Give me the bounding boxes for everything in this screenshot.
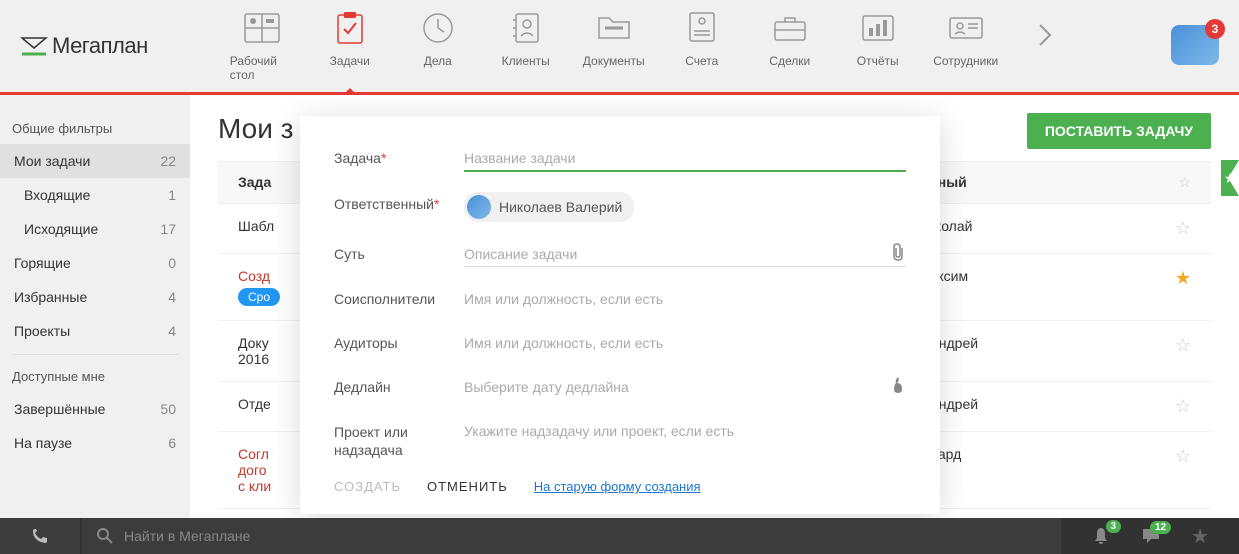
- footer-search: [82, 518, 1061, 554]
- sidebar-item-completed[interactable]: Завершённые50: [0, 392, 190, 426]
- sidebar-item-incoming[interactable]: Входящие1: [0, 178, 190, 212]
- sidebar-item-favorites[interactable]: Избранные4: [0, 280, 190, 314]
- tasks-icon: [330, 10, 370, 46]
- label-coexec: Соисполнители: [334, 287, 464, 307]
- label-responsible: Ответственный*: [334, 192, 464, 212]
- urgent-badge: Сро: [238, 288, 280, 306]
- header: Мегаплан Рабочий стол Задачи Дела Клиент…: [0, 0, 1239, 95]
- deadline-input[interactable]: [464, 375, 906, 399]
- coexec-input[interactable]: [464, 287, 906, 311]
- responsible-chip[interactable]: Николаев Валерий: [464, 192, 634, 222]
- sidebar-item-projects[interactable]: Проекты4: [0, 314, 190, 348]
- avatar-notification-badge: 3: [1205, 19, 1225, 39]
- contacts-icon: [506, 10, 546, 46]
- sidebar-item-outgoing[interactable]: Исходящие17: [0, 212, 190, 246]
- star-icon[interactable]: ☆: [1161, 446, 1191, 467]
- label-deadline: Дедлайн: [334, 375, 464, 395]
- nav-clients[interactable]: Клиенты: [482, 0, 570, 78]
- chip-avatar-icon: [467, 195, 491, 219]
- sidebar-heading-filters: Общие фильтры: [0, 113, 190, 144]
- label-task: Задача*: [334, 146, 464, 166]
- sidebar-heading-available: Доступные мне: [0, 361, 190, 392]
- nav-deals[interactable]: Сделки: [746, 0, 834, 78]
- user-avatar[interactable]: 3: [1171, 25, 1219, 65]
- old-form-link[interactable]: На старую форму создания: [534, 479, 701, 494]
- phone-icon[interactable]: [0, 518, 80, 554]
- create-task-button[interactable]: ПОСТАВИТЬ ЗАДАЧУ: [1027, 113, 1211, 149]
- sidebar-item-burning[interactable]: Горящие0: [0, 246, 190, 280]
- task-name-input[interactable]: [464, 146, 906, 172]
- briefcase-icon: [770, 10, 810, 46]
- nav-employees[interactable]: Сотрудники: [922, 0, 1010, 78]
- label-auditors: Аудиторы: [334, 331, 464, 351]
- attachment-icon[interactable]: [890, 242, 906, 262]
- logo-icon: [20, 36, 48, 56]
- sidebar: Общие фильтры Мои задачи22 Входящие1 Исх…: [0, 95, 190, 518]
- bell-badge: 3: [1106, 520, 1122, 533]
- bell-icon[interactable]: 3: [1091, 526, 1111, 546]
- logo-text: Мегаплан: [52, 33, 148, 59]
- auditors-input[interactable]: [464, 331, 906, 355]
- label-project: Проект или надзадача: [334, 419, 464, 459]
- sidebar-divider: [12, 354, 178, 355]
- search-icon: [96, 527, 114, 545]
- star-icon[interactable]: ☆: [1161, 335, 1191, 356]
- sidebar-item-my-tasks[interactable]: Мои задачи22: [0, 144, 190, 178]
- nav-reports[interactable]: Отчёты: [834, 0, 922, 78]
- star-icon[interactable]: ☆: [1161, 396, 1191, 417]
- create-task-modal: Задача* Ответственный* Николаев Валерий …: [300, 116, 940, 514]
- clock-icon: [418, 10, 458, 46]
- footer-star-icon[interactable]: ★: [1191, 524, 1209, 549]
- chart-icon: [858, 10, 898, 46]
- employees-icon: [946, 10, 986, 46]
- chat-badge: 12: [1150, 521, 1171, 534]
- modal-create-button[interactable]: СОЗДАТЬ: [334, 479, 401, 494]
- invoice-icon: [682, 10, 722, 46]
- fire-icon[interactable]: [890, 375, 906, 395]
- star-icon[interactable]: ★: [1161, 268, 1191, 289]
- header-star-icon[interactable]: ☆: [1161, 174, 1191, 191]
- global-search-input[interactable]: [124, 528, 424, 544]
- modal-cancel-button[interactable]: ОТМЕНИТЬ: [427, 479, 508, 494]
- label-essence: Суть: [334, 242, 464, 262]
- nav-affairs[interactable]: Дела: [394, 0, 482, 78]
- sidebar-item-paused[interactable]: На паузе6: [0, 426, 190, 460]
- nav-documents[interactable]: Документы: [570, 0, 658, 78]
- logo[interactable]: Мегаплан: [20, 33, 148, 59]
- top-nav: Рабочий стол Задачи Дела Клиенты Докумен…: [218, 0, 1060, 92]
- project-input[interactable]: [464, 419, 906, 443]
- footer: 3 12 ★: [0, 518, 1239, 554]
- folder-icon: [594, 10, 634, 46]
- nav-tasks[interactable]: Задачи: [306, 0, 394, 78]
- chat-icon[interactable]: 12: [1141, 527, 1161, 545]
- nav-invoices[interactable]: Счета: [658, 0, 746, 78]
- desktop-icon: [242, 10, 282, 46]
- essence-input[interactable]: [464, 242, 906, 267]
- nav-desktop[interactable]: Рабочий стол: [218, 0, 306, 92]
- star-icon[interactable]: ☆: [1161, 218, 1191, 239]
- nav-more-arrow[interactable]: [1030, 15, 1060, 55]
